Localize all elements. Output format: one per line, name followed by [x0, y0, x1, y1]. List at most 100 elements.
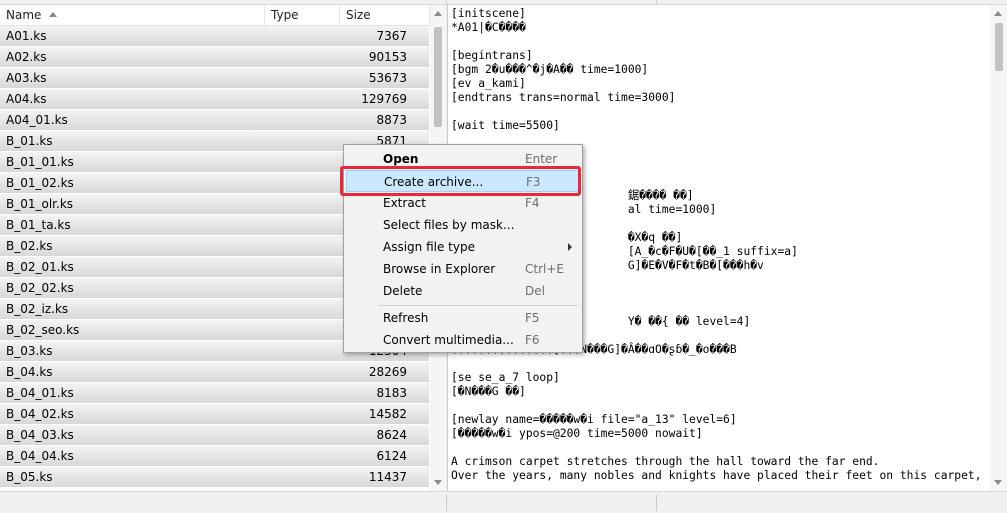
file-row[interactable]: B_04.ks 28269: [0, 362, 429, 383]
menu-item-refresh[interactable]: Refresh F5: [346, 307, 580, 329]
file-size: 6124: [376, 449, 407, 463]
file-name: B_04_03.ks: [6, 428, 74, 442]
text-line: [�N���G ��]: [451, 385, 526, 398]
scroll-thumb[interactable]: [995, 23, 1003, 71]
column-size-label: Size: [346, 8, 371, 22]
submenu-arrow-icon: [568, 243, 572, 251]
column-header-size[interactable]: Size: [340, 5, 430, 26]
text-line: *A01|�C����: [451, 21, 526, 34]
file-name: A01.ks: [6, 29, 47, 43]
sort-ascending-icon: [49, 12, 58, 17]
file-size: 11437: [368, 470, 407, 484]
menu-label: Select files by mask...: [383, 218, 515, 232]
file-name: B_02_seo.ks: [6, 323, 80, 337]
text-line: [451, 35, 989, 49]
column-type-label: Type: [271, 8, 299, 22]
file-size: 28269: [368, 365, 407, 379]
file-name: A03.ks: [6, 71, 47, 85]
file-row[interactable]: B_04_01.ks 8183: [0, 383, 429, 404]
file-name: B_04_02.ks: [6, 407, 74, 421]
file-name: B_02.ks: [6, 239, 53, 253]
file-name: B_01_ta.ks: [6, 218, 71, 232]
file-name: B_04.ks: [6, 365, 53, 379]
menu-label: Refresh: [383, 311, 429, 325]
menu-label: Convert multimedia...: [383, 333, 514, 347]
file-size: 53673: [368, 71, 407, 85]
preview-scrollbar[interactable]: [990, 5, 1007, 491]
file-row[interactable]: B_04_02.ks 14582: [0, 404, 429, 425]
menu-item-convert-multimedia[interactable]: Convert multimedia... F6: [346, 329, 580, 351]
file-size: 90153: [368, 50, 407, 64]
menu-shortcut: Ctrl+E: [525, 262, 564, 276]
file-name: B_01_02.ks: [6, 176, 74, 190]
text-line: [451, 399, 989, 413]
text-line: [451, 357, 989, 371]
text-line: [451, 441, 989, 455]
text-line: Over the years, many nobles and knights …: [451, 469, 982, 482]
menu-shortcut: F6: [525, 333, 540, 347]
file-size: 129769: [361, 92, 407, 106]
text-line: [newlay name=�����w�i file="a_13" level=…: [451, 413, 737, 426]
file-size: 8183: [376, 386, 407, 400]
text-line: [se se_a_7 loop]: [451, 371, 560, 384]
menu-item-select-by-mask[interactable]: Select files by mask...: [346, 214, 580, 236]
file-name: B_02_02.ks: [6, 281, 74, 295]
file-name: A04.ks: [6, 92, 47, 106]
menu-item-browse-explorer[interactable]: Browse in Explorer Ctrl+E: [346, 258, 580, 280]
text-line: [initscene]: [451, 7, 526, 20]
file-name: A04_01.ks: [6, 113, 68, 127]
file-row[interactable]: A02.ks 90153: [0, 47, 429, 68]
menu-shortcut: F5: [525, 311, 540, 325]
scroll-up-icon[interactable]: [434, 11, 442, 16]
file-name: B_01_01.ks: [6, 155, 74, 169]
column-header-type[interactable]: Type: [265, 5, 340, 26]
file-name: A02.ks: [6, 50, 47, 64]
file-name: B_02_iz.ks: [6, 302, 69, 316]
file-name: B_05.ks: [6, 470, 53, 484]
column-header-name[interactable]: Name: [0, 5, 265, 26]
scroll-thumb[interactable]: [434, 27, 442, 127]
text-line: [bgm 2�u���^�j�A�� time=1000]: [451, 63, 649, 76]
status-divider: [446, 495, 447, 511]
file-row[interactable]: B_04_03.ks 8624: [0, 425, 429, 446]
menu-label: Assign file type: [383, 240, 475, 254]
file-name: B_04_04.ks: [6, 449, 74, 463]
file-size: 8873: [376, 113, 407, 127]
text-line: [ev a_kami]: [451, 77, 526, 90]
text-line: [wait time=5500]: [451, 119, 560, 132]
menu-item-delete[interactable]: Delete Del: [346, 280, 580, 302]
file-name: B_04_01.ks: [6, 386, 74, 400]
file-row[interactable]: A04.ks 129769: [0, 89, 429, 110]
file-row[interactable]: B_04_04.ks 6124: [0, 446, 429, 467]
file-size: 7367: [376, 29, 407, 43]
file-row[interactable]: A01.ks 7367: [0, 26, 429, 47]
file-row[interactable]: A03.ks 53673: [0, 68, 429, 89]
column-header-row: Name Type Size: [0, 5, 430, 26]
menu-label: Delete: [383, 284, 423, 298]
file-name: B_01_olr.ks: [6, 197, 74, 211]
file-size: 14582: [368, 407, 407, 421]
annotation-highlight-box: [340, 166, 581, 196]
menu-separator: [378, 305, 578, 306]
menu-item-assign-file-type[interactable]: Assign file type: [346, 236, 580, 258]
text-line: [endtrans trans=normal time=3000]: [451, 91, 676, 104]
file-row[interactable]: B_05.ks 11437: [0, 467, 429, 488]
text-line: A crimson carpet stretches through the h…: [451, 455, 880, 468]
scroll-down-icon[interactable]: [434, 480, 442, 485]
file-name: B_01.ks: [6, 134, 53, 148]
menu-label: Browse in Explorer: [383, 262, 496, 276]
file-name: B_02_01.ks: [6, 260, 74, 274]
file-row[interactable]: A04_01.ks 8873: [0, 110, 429, 131]
scroll-up-icon[interactable]: [994, 11, 1002, 16]
column-name-label: Name: [6, 8, 42, 22]
text-line: [�����w�i ypos=@200 time=5000 nowait]: [451, 427, 703, 440]
file-name: B_03.ks: [6, 344, 53, 358]
status-bar: [0, 491, 1007, 513]
app-window: Name Type Size A01.ks 7367 A02.ks 90153 A03.…: [0, 0, 1007, 513]
menu-shortcut: Del: [525, 284, 545, 298]
scroll-down-icon[interactable]: [994, 480, 1002, 485]
text-line: [451, 105, 989, 119]
text-line: [begintrans]: [451, 49, 533, 62]
status-divider: [656, 495, 657, 511]
file-size: 8624: [376, 428, 407, 442]
